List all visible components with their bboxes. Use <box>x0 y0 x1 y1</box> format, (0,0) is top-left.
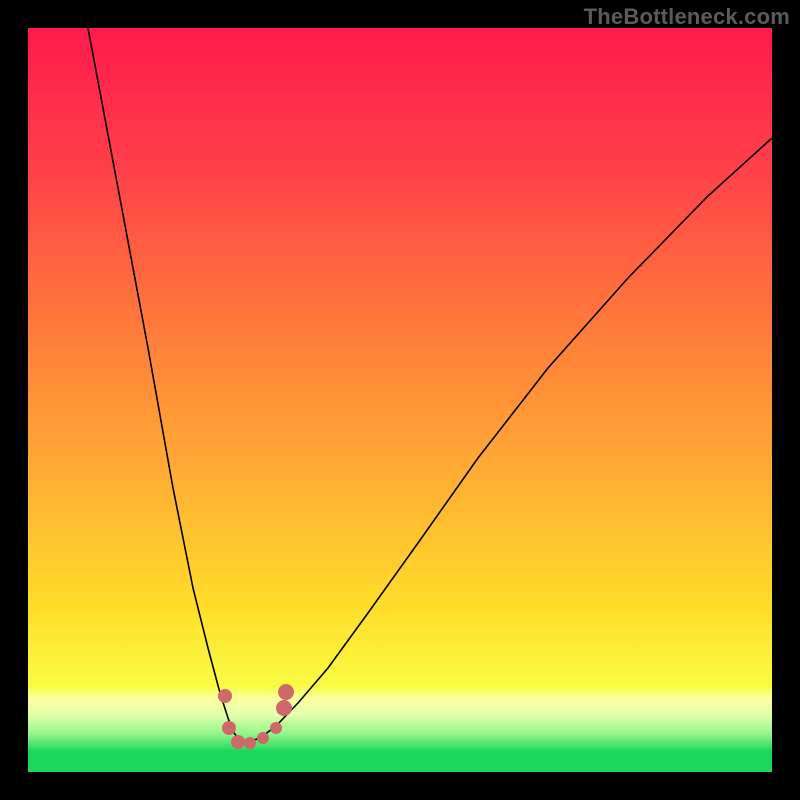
bottleneck-curve-path <box>88 28 772 742</box>
data-dot <box>257 732 269 744</box>
data-dot <box>270 722 282 734</box>
chart-stage: TheBottleneck.com <box>0 0 800 800</box>
data-dot <box>218 689 232 703</box>
watermark-text: TheBottleneck.com <box>584 4 790 30</box>
data-dot <box>278 684 294 700</box>
plot-area <box>28 28 772 772</box>
data-dot <box>231 735 245 749</box>
data-dot <box>222 721 236 735</box>
data-dot <box>276 700 292 716</box>
curve-svg <box>28 28 772 772</box>
data-dot <box>244 737 256 749</box>
